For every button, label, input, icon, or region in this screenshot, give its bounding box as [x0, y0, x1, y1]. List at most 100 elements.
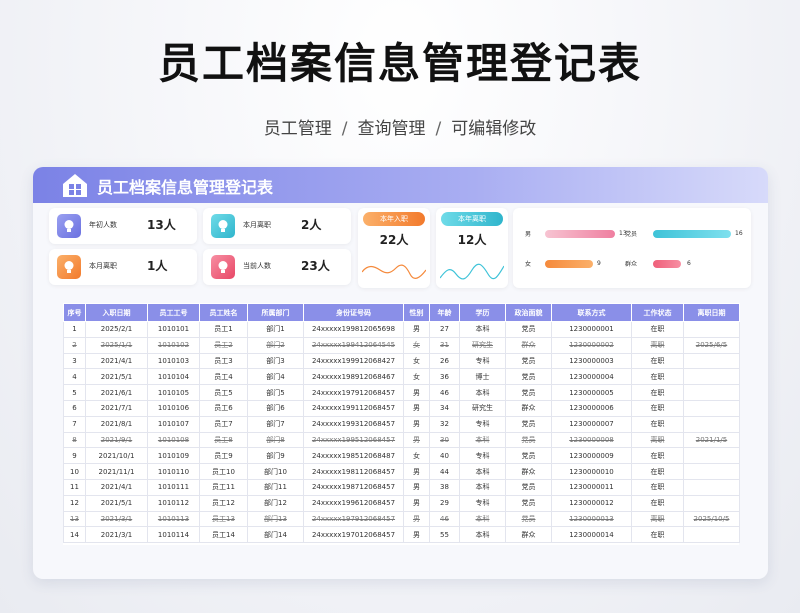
table-cell[interactable]: 本科 — [459, 321, 506, 338]
table-cell[interactable]: 1230000007 — [551, 415, 632, 433]
table-row[interactable]: 9 2021/10/1 1010109 员工9 部门9 24xxxxx1985120684… — [63, 447, 740, 465]
table-cell[interactable]: 24xxxxx198712068457 — [303, 478, 404, 496]
table-cell[interactable]: 员工12 — [199, 494, 248, 512]
table-cell[interactable]: 36 — [429, 368, 460, 386]
table-cell[interactable]: 1230000002 — [551, 336, 632, 354]
table-cell[interactable]: 党员 — [505, 321, 552, 338]
table-cell[interactable]: 党员 — [505, 510, 552, 528]
column-header[interactable]: 工作状态 — [631, 303, 684, 322]
table-cell[interactable]: 1230000008 — [551, 431, 632, 449]
table-cell[interactable]: 2025/1/1 — [85, 336, 148, 354]
table-cell[interactable]: 10 — [63, 463, 86, 480]
table-cell[interactable]: 部门13 — [247, 510, 304, 528]
table-cell[interactable] — [683, 352, 740, 370]
table-cell[interactable]: 1230000003 — [551, 352, 632, 370]
table-cell[interactable]: 46 — [429, 384, 460, 401]
table-cell[interactable]: 部门6 — [247, 399, 304, 417]
table-cell[interactable]: 党员 — [505, 352, 552, 370]
table-cell[interactable]: 24xxxxx199612068457 — [303, 494, 404, 512]
table-cell[interactable]: 群众 — [505, 526, 552, 544]
table-cell[interactable]: 在职 — [631, 384, 684, 401]
table-cell[interactable]: 1230000004 — [551, 368, 632, 386]
table-cell[interactable]: 部门5 — [247, 384, 304, 401]
table-cell[interactable]: 2021/7/1 — [85, 399, 148, 417]
table-cell[interactable]: 24xxxxx199912068427 — [303, 352, 404, 370]
table-cell[interactable]: 29 — [429, 494, 460, 512]
table-cell[interactable]: 2025/10/5 — [683, 510, 740, 528]
table-cell[interactable]: 1230000006 — [551, 399, 632, 417]
table-cell[interactable]: 研究生 — [459, 336, 506, 354]
table-row[interactable]: 8 2021/9/1 1010108 员工8 部门8 24xxxxx19951206845… — [63, 431, 740, 449]
table-cell[interactable]: 24xxxxx199412064545 — [303, 336, 404, 354]
table-cell[interactable]: 1010110 — [147, 463, 200, 480]
table-cell[interactable]: 男 — [403, 384, 430, 401]
table-cell[interactable]: 员工10 — [199, 463, 248, 480]
table-row[interactable]: 1 2025/2/1 1010101 员工1 部门1 24xxxxx19981206569… — [63, 321, 740, 338]
table-cell[interactable]: 24xxxxx197912068457 — [303, 510, 404, 528]
table-cell[interactable]: 党员 — [505, 431, 552, 449]
table-cell[interactable]: 员工9 — [199, 447, 248, 465]
column-header[interactable]: 所属部门 — [247, 303, 304, 322]
table-cell[interactable]: 本科 — [459, 510, 506, 528]
table-cell[interactable]: 党员 — [505, 447, 552, 465]
column-header[interactable]: 序号 — [63, 303, 86, 322]
table-cell[interactable]: 2021/10/1 — [85, 447, 148, 465]
table-cell[interactable]: 1010108 — [147, 431, 200, 449]
table-cell[interactable]: 24xxxxx197912068457 — [303, 384, 404, 401]
table-cell[interactable]: 26 — [429, 352, 460, 370]
table-cell[interactable]: 11 — [63, 478, 86, 496]
table-cell[interactable]: 1230000010 — [551, 463, 632, 480]
table-cell[interactable]: 党员 — [505, 478, 552, 496]
table-cell[interactable]: 在职 — [631, 415, 684, 433]
table-cell[interactable]: 党员 — [505, 368, 552, 386]
table-cell[interactable]: 部门11 — [247, 478, 304, 496]
table-cell[interactable]: 2 — [63, 336, 86, 354]
table-cell[interactable]: 女 — [403, 352, 430, 370]
table-cell[interactable] — [683, 478, 740, 496]
table-cell[interactable]: 员工11 — [199, 478, 248, 496]
table-cell[interactable]: 1230000009 — [551, 447, 632, 465]
table-cell[interactable]: 1010106 — [147, 399, 200, 417]
table-cell[interactable]: 2021/4/1 — [85, 352, 148, 370]
table-cell[interactable]: 专科 — [459, 494, 506, 512]
table-cell[interactable]: 群众 — [505, 399, 552, 417]
table-row[interactable]: 7 2021/8/1 1010107 员工7 部门7 24xxxxx19931206845… — [63, 415, 740, 433]
table-cell[interactable]: 离职 — [631, 510, 684, 528]
table-cell[interactable]: 1010113 — [147, 510, 200, 528]
table-cell[interactable]: 1230000005 — [551, 384, 632, 401]
table-cell[interactable]: 1 — [63, 321, 86, 338]
table-cell[interactable]: 党员 — [505, 494, 552, 512]
table-cell[interactable]: 男 — [403, 494, 430, 512]
table-cell[interactable]: 1010105 — [147, 384, 200, 401]
column-header[interactable]: 离职日期 — [683, 303, 740, 322]
table-cell[interactable]: 员工5 — [199, 384, 248, 401]
table-cell[interactable]: 2021/5/1 — [85, 368, 148, 386]
table-cell[interactable]: 38 — [429, 478, 460, 496]
table-cell[interactable]: 2021/3/1 — [85, 510, 148, 528]
table-cell[interactable]: 2021/1/5 — [683, 431, 740, 449]
table-cell[interactable]: 1230000014 — [551, 526, 632, 544]
table-row[interactable]: 5 2021/6/1 1010105 员工5 部门5 24xxxxx19791206845… — [63, 384, 740, 401]
table-cell[interactable]: 1010102 — [147, 336, 200, 354]
table-cell[interactable]: 4 — [63, 368, 86, 386]
table-cell[interactable]: 男 — [403, 510, 430, 528]
column-header[interactable]: 入职日期 — [85, 303, 148, 322]
table-cell[interactable]: 24xxxxx198512068487 — [303, 447, 404, 465]
table-cell[interactable]: 2021/8/1 — [85, 415, 148, 433]
table-cell[interactable]: 在职 — [631, 447, 684, 465]
table-cell[interactable]: 14 — [63, 526, 86, 544]
table-cell[interactable]: 员工13 — [199, 510, 248, 528]
table-cell[interactable]: 5 — [63, 384, 86, 401]
table-cell[interactable]: 40 — [429, 447, 460, 465]
column-header[interactable]: 政治面貌 — [505, 303, 552, 322]
table-cell[interactable]: 1010101 — [147, 321, 200, 338]
table-row[interactable]: 14 2021/3/1 1010114 员工14 部门14 24xxxxx19701206… — [63, 526, 740, 544]
table-cell[interactable]: 3 — [63, 352, 86, 370]
table-row[interactable]: 4 2021/5/1 1010104 员工4 部门4 24xxxxx19891206846… — [63, 368, 740, 386]
table-cell[interactable]: 部门9 — [247, 447, 304, 465]
table-cell[interactable]: 9 — [63, 447, 86, 465]
table-cell[interactable]: 女 — [403, 368, 430, 386]
table-cell[interactable]: 24xxxxx199112068457 — [303, 399, 404, 417]
table-cell[interactable]: 46 — [429, 510, 460, 528]
table-cell[interactable]: 2025/6/5 — [683, 336, 740, 354]
